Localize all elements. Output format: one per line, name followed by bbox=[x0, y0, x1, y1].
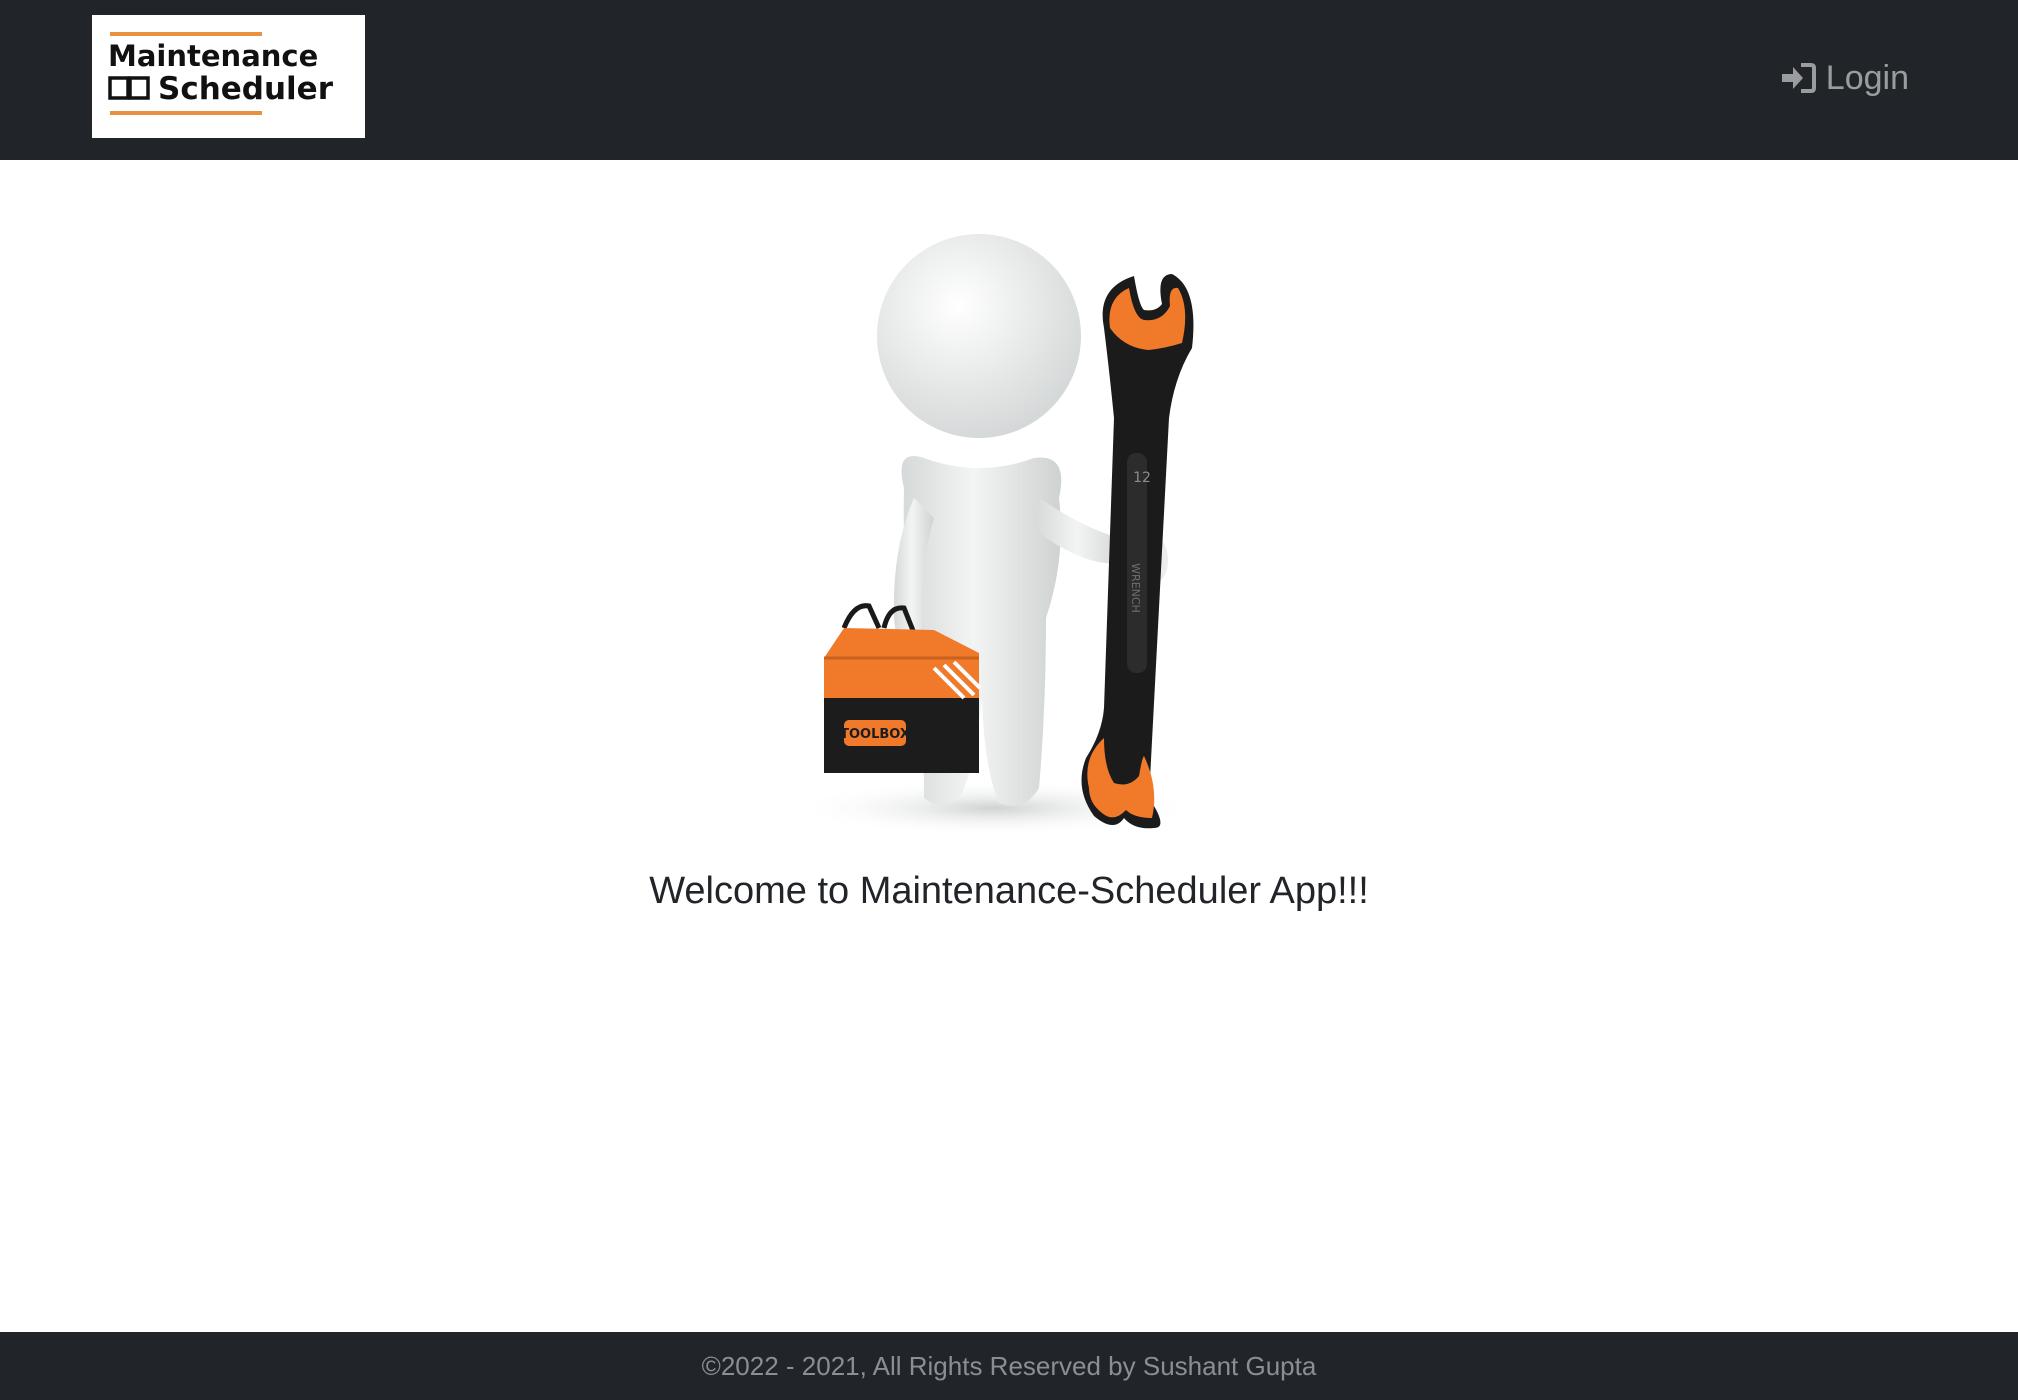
top-navbar: Maintenance Scheduler Login bbox=[0, 0, 2018, 160]
logo-graphic: Maintenance Scheduler bbox=[108, 32, 334, 115]
toolbox-label: TOOLBOX bbox=[840, 727, 910, 742]
logo-line1: Maintenance bbox=[108, 39, 318, 73]
welcome-heading: Welcome to Maintenance-Scheduler App!!! bbox=[649, 870, 1369, 912]
copyright-text: ©2022 - 2021, All Rights Reserved by Sus… bbox=[701, 1351, 1317, 1381]
login-link[interactable]: Login bbox=[1781, 52, 1909, 104]
app-logo[interactable]: Maintenance Scheduler bbox=[92, 15, 365, 138]
login-icon bbox=[1781, 63, 1816, 93]
wrench-size-label: 12 bbox=[1133, 470, 1151, 486]
page-footer: ©2022 - 2021, All Rights Reserved by Sus… bbox=[0, 1332, 2018, 1400]
login-label: Login bbox=[1825, 58, 1909, 97]
wrench-brand-label: WRENCH bbox=[1129, 563, 1142, 613]
figure-head bbox=[877, 234, 1081, 438]
hero-illustration: TOOLBOX 12 WRENCH bbox=[784, 228, 1234, 840]
logo-line2: Scheduler bbox=[158, 71, 334, 107]
